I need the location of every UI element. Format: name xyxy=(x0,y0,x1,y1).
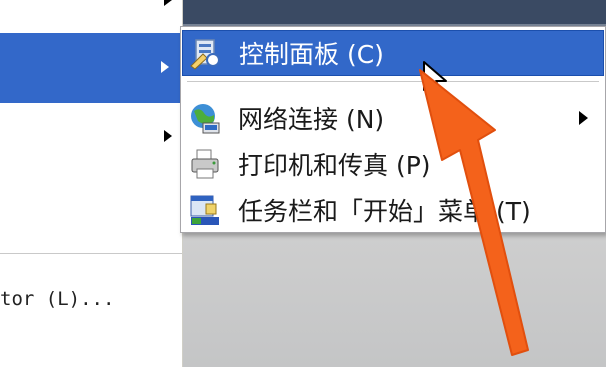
menu-divider xyxy=(0,253,182,254)
chevron-right-icon xyxy=(164,130,172,142)
menu-item-label: 控制面板 (C) xyxy=(239,40,384,69)
printer-icon xyxy=(191,149,219,179)
log-off-menu-item[interactable]: tor (L)... xyxy=(0,288,114,310)
chevron-right-icon xyxy=(579,111,588,125)
desktop-background-top xyxy=(183,0,606,24)
annotation-arrow-icon xyxy=(419,69,529,356)
menu-item-label: 网络连接 (N) xyxy=(238,105,385,134)
network-connections-icon xyxy=(191,104,220,134)
chevron-right-icon xyxy=(164,0,172,6)
control-panel-icon xyxy=(190,39,220,70)
chevron-right-icon xyxy=(161,61,169,73)
start-menu-left-column: tor (L)... xyxy=(0,0,183,367)
taskbar-icon xyxy=(190,195,219,225)
settings-menu-item[interactable] xyxy=(0,33,182,103)
